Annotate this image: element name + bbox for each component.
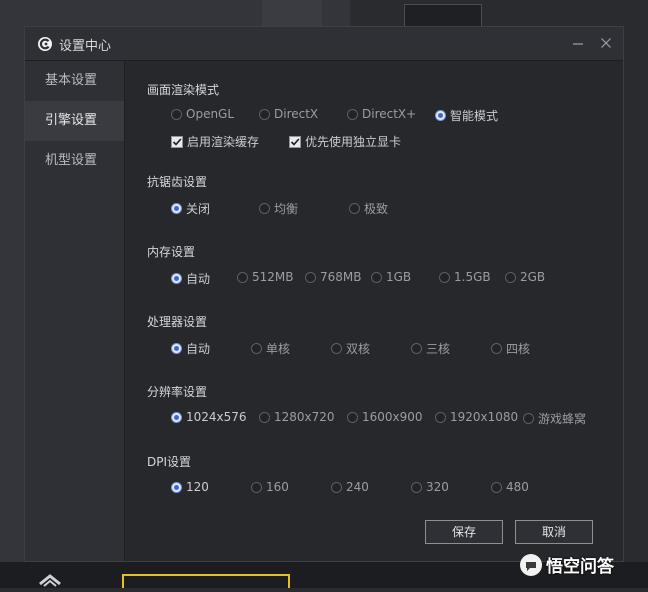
resolution-option-1600[interactable]: 1600x900	[347, 410, 423, 424]
save-button[interactable]: 保存	[425, 520, 503, 544]
cpu-option-triple[interactable]: 三核	[411, 340, 450, 357]
resolution-title: 分辨率设置	[147, 385, 208, 399]
antialias-option-extreme[interactable]: 极致	[349, 200, 388, 217]
sidebar: 基本设置 引擎设置 机型设置	[25, 61, 125, 561]
radio-icon	[411, 481, 422, 493]
close-button[interactable]	[597, 34, 615, 52]
dpi-title: DPI设置	[147, 455, 192, 469]
checkbox-checked-icon	[289, 135, 301, 148]
discrete-gpu-checkbox[interactable]: 优先使用独立显卡	[289, 133, 401, 150]
minimize-button[interactable]	[569, 34, 587, 52]
cancel-button[interactable]: 取消	[515, 520, 593, 544]
radio-icon	[259, 108, 270, 120]
memory-option-512mb[interactable]: 512MB	[237, 270, 294, 284]
radio-icon	[349, 203, 360, 214]
dpi-option-120[interactable]: 120	[171, 480, 209, 494]
radio-icon	[347, 108, 358, 120]
title-bar: 设置中心	[25, 27, 623, 61]
render-option-smart[interactable]: 智能模式	[435, 107, 498, 124]
watermark: 悟空问答	[520, 552, 614, 577]
radio-icon	[411, 343, 422, 354]
resolution-option-game-hive[interactable]: 游戏蜂窝	[523, 410, 586, 427]
radio-selected-icon	[171, 481, 182, 493]
cpu-option-single[interactable]: 单核	[251, 340, 290, 357]
render-option-directx[interactable]: DirectX	[259, 107, 318, 121]
cpu-option-dual[interactable]: 双核	[331, 340, 370, 357]
memory-option-2gb[interactable]: 2GB	[505, 270, 545, 284]
render-cache-checkbox[interactable]: 启用渲染缓存	[171, 133, 259, 150]
chat-bubble-icon	[520, 553, 542, 576]
radio-icon	[491, 481, 502, 493]
radio-icon	[371, 271, 382, 283]
antialias-option-off[interactable]: 关闭	[171, 200, 210, 217]
dialog-title: 设置中心	[59, 39, 112, 54]
radio-selected-icon	[435, 110, 446, 121]
radio-icon	[259, 411, 270, 423]
memory-option-auto[interactable]: 自动	[171, 270, 210, 287]
radio-icon	[237, 271, 248, 283]
radio-icon	[251, 343, 262, 354]
radio-icon	[171, 108, 182, 120]
checkbox-checked-icon	[171, 135, 183, 148]
up-chevron-icon	[36, 568, 64, 588]
engine-settings-panel: 画面渲染模式 OpenGL DirectX DirectX+ 智能模式 启用渲染…	[125, 61, 623, 561]
render-option-directx-plus[interactable]: DirectX+	[347, 107, 416, 121]
memory-title: 内存设置	[147, 245, 196, 259]
settings-dialog: 设置中心 基本设置 引擎设置 机型设置 画面渲染模式 OpenGL Direct…	[24, 26, 624, 562]
radio-selected-icon	[171, 273, 182, 284]
background-highlight	[122, 574, 290, 588]
radio-selected-icon	[171, 203, 182, 214]
watermark-text: 悟空问答	[546, 557, 614, 577]
sidebar-item-engine[interactable]: 引擎设置	[25, 101, 124, 141]
app-logo-icon	[37, 36, 53, 52]
dpi-option-160[interactable]: 160	[251, 480, 289, 494]
radio-icon	[347, 411, 358, 423]
radio-icon	[251, 481, 262, 493]
radio-icon	[331, 343, 342, 354]
radio-icon	[505, 271, 516, 283]
memory-option-768mb[interactable]: 768MB	[305, 270, 362, 284]
radio-icon	[439, 271, 450, 283]
cpu-option-auto[interactable]: 自动	[171, 340, 210, 357]
radio-selected-icon	[171, 411, 182, 423]
radio-icon	[331, 481, 342, 493]
radio-icon	[305, 271, 316, 283]
memory-option-1-5gb[interactable]: 1.5GB	[439, 270, 491, 284]
sidebar-item-device[interactable]: 机型设置	[25, 141, 124, 181]
radio-icon	[491, 343, 502, 354]
radio-icon	[435, 411, 446, 423]
radio-selected-icon	[171, 343, 182, 354]
sidebar-item-basic[interactable]: 基本设置	[25, 61, 124, 101]
cpu-title: 处理器设置	[147, 315, 208, 329]
resolution-option-1280[interactable]: 1280x720	[259, 410, 335, 424]
antialias-option-balanced[interactable]: 均衡	[259, 200, 298, 217]
render-option-opengl[interactable]: OpenGL	[171, 107, 234, 121]
radio-icon	[259, 203, 270, 214]
render-mode-title: 画面渲染模式	[147, 83, 220, 97]
dpi-option-240[interactable]: 240	[331, 480, 369, 494]
resolution-option-1920[interactable]: 1920x1080	[435, 410, 518, 424]
close-icon	[601, 38, 611, 48]
dpi-option-320[interactable]: 320	[411, 480, 449, 494]
resolution-option-1024[interactable]: 1024x576	[171, 410, 247, 424]
cpu-option-quad[interactable]: 四核	[491, 340, 530, 357]
memory-option-1gb[interactable]: 1GB	[371, 270, 411, 284]
radio-icon	[523, 413, 534, 424]
antialias-title: 抗锯齿设置	[147, 175, 208, 189]
dpi-option-480[interactable]: 480	[491, 480, 529, 494]
